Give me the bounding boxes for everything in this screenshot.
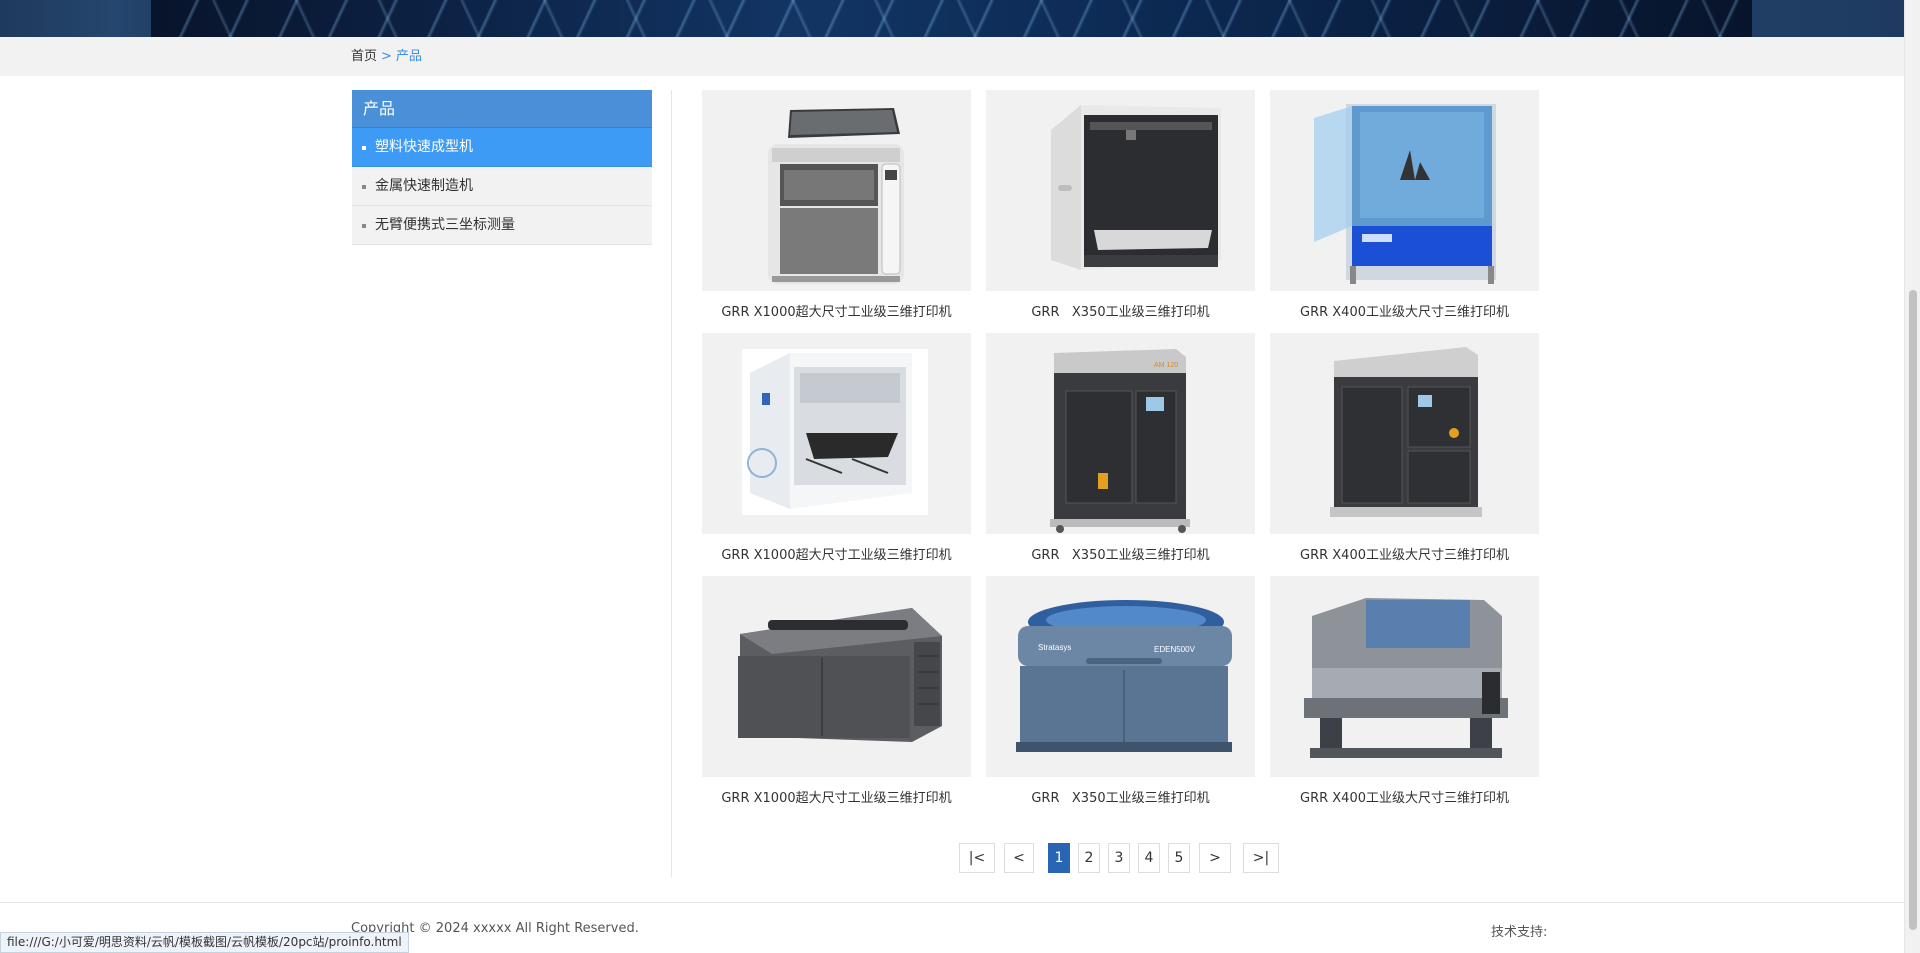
printer-stratasys-eden-image: Stratasys EDEN500V (1016, 600, 1232, 752)
product-thumbnail[interactable] (1270, 90, 1539, 291)
product-card[interactable]: AM 120 GRR X350工业级三维打印机 (986, 333, 1255, 563)
next-page-button[interactable]: > (1199, 843, 1231, 873)
product-card[interactable]: GRR X350工业级三维打印机 (986, 90, 1255, 320)
product-caption[interactable]: GRR X350工业级三维打印机 (986, 548, 1255, 564)
product-caption[interactable]: GRR X1000超大尺寸工业级三维打印机 (702, 548, 971, 564)
breadcrumb-home-link[interactable]: 首页 (351, 49, 377, 64)
column-divider (671, 90, 672, 877)
sidebar-item-plastic-rapid-prototyping[interactable]: 塑料快速成型机 (352, 128, 652, 167)
page-button-4[interactable]: 4 (1138, 843, 1160, 873)
bullet-icon (362, 146, 366, 150)
footer-divider (0, 902, 1904, 903)
product-caption[interactable]: GRR X400工业级大尺寸三维打印机 (1270, 548, 1539, 564)
page-button-1[interactable]: 1 (1048, 843, 1070, 873)
metal-printer-cabinet-image (1330, 347, 1482, 517)
breadcrumb: 首页 > 产品 (351, 48, 422, 65)
page-button-2[interactable]: 2 (1078, 843, 1100, 873)
breadcrumb-bar: 首页 > 产品 (0, 37, 1904, 76)
sidebar-item-label: 无臂便携式三坐标测量 (375, 217, 515, 233)
printer-dark-desktop-image (738, 608, 942, 742)
product-thumbnail[interactable] (1270, 333, 1539, 534)
page: 首页 > 产品 产品 塑料快速成型机 金属快速制造机 无臂便携式三坐标测量 GR… (0, 0, 1920, 953)
product-card[interactable]: Stratasys EDEN500V GRR X350工业级三维打印机 (986, 576, 1255, 806)
product-caption[interactable]: GRR X1000超大尺寸工业级三维打印机 (702, 305, 971, 321)
printer-stratasys-grey-image (1304, 598, 1508, 758)
product-thumbnail[interactable]: AM 120 (986, 333, 1255, 534)
banner (0, 0, 1904, 37)
prev-page-button[interactable]: < (1004, 843, 1034, 873)
product-card[interactable]: GRR X1000超大尺寸工业级三维打印机 (702, 576, 971, 806)
product-caption[interactable]: GRR X350工业级三维打印机 (986, 791, 1255, 807)
sidebar-item-label: 金属快速制造机 (375, 178, 473, 194)
page-button-3[interactable]: 3 (1108, 843, 1130, 873)
product-thumbnail[interactable] (986, 90, 1255, 291)
metal-printer-cabinet-image: AM 120 (1050, 349, 1190, 533)
product-caption[interactable]: GRR X400工业级大尺寸三维打印机 (1270, 791, 1539, 807)
product-thumbnail[interactable] (1270, 576, 1539, 777)
product-caption[interactable]: GRR X350工业级三维打印机 (986, 305, 1255, 321)
product-card[interactable]: GRR X400工业级大尺寸三维打印机 (1270, 576, 1539, 806)
product-card[interactable]: GRR X1000超大尺寸工业级三维打印机 (702, 333, 971, 563)
printer-blue-enclosure-image (1314, 104, 1496, 284)
product-card[interactable]: GRR X400工业级大尺寸三维打印机 (1270, 333, 1539, 563)
tech-support-text: 技术支持: (1491, 925, 1548, 940)
bullet-icon (362, 185, 366, 189)
first-page-button[interactable]: |< (959, 843, 995, 873)
product-thumbnail[interactable] (702, 576, 971, 777)
sidebar: 产品 塑料快速成型机 金属快速制造机 无臂便携式三坐标测量 (352, 90, 652, 245)
browser-status-bar: file:///G:/小可爱/明思资料/云帆/模板截图/云帆模板/20pc站/p… (0, 932, 409, 953)
brand-logo-text: Stratasys (1038, 643, 1071, 652)
printer-white-cube-image (742, 349, 928, 515)
sidebar-item-label: 塑料快速成型机 (375, 139, 473, 155)
product-caption[interactable]: GRR X1000超大尺寸工业级三维打印机 (702, 791, 971, 807)
printer-frame-image (1051, 105, 1221, 270)
product-thumbnail[interactable] (702, 333, 971, 534)
page-button-5[interactable]: 5 (1168, 843, 1190, 873)
last-page-button[interactable]: >| (1243, 843, 1279, 873)
product-thumbnail[interactable]: Stratasys EDEN500V (986, 576, 1255, 777)
product-card[interactable]: GRR X1000超大尺寸工业级三维打印机 (702, 90, 971, 320)
bullet-icon (362, 224, 366, 228)
breadcrumb-separator: > (381, 49, 392, 64)
sidebar-title: 产品 (352, 90, 652, 128)
banner-image (151, 0, 1752, 37)
model-text: EDEN500V (1154, 645, 1196, 654)
cabinet-model-text: AM 120 (1154, 362, 1178, 369)
product-card[interactable]: GRR X400工业级大尺寸三维打印机 (1270, 90, 1539, 320)
scrollbar-thumb[interactable] (1909, 290, 1917, 930)
breadcrumb-current[interactable]: 产品 (396, 49, 422, 64)
sidebar-item-metal-rapid-manufacturing[interactable]: 金属快速制造机 (352, 167, 652, 206)
product-thumbnail[interactable] (702, 90, 971, 291)
product-caption[interactable]: GRR X400工业级大尺寸三维打印机 (1270, 305, 1539, 321)
printer-open-lid-image (768, 108, 904, 284)
sidebar-item-portable-cmm[interactable]: 无臂便携式三坐标测量 (352, 206, 652, 245)
page-scrollbar[interactable] (1904, 0, 1920, 953)
